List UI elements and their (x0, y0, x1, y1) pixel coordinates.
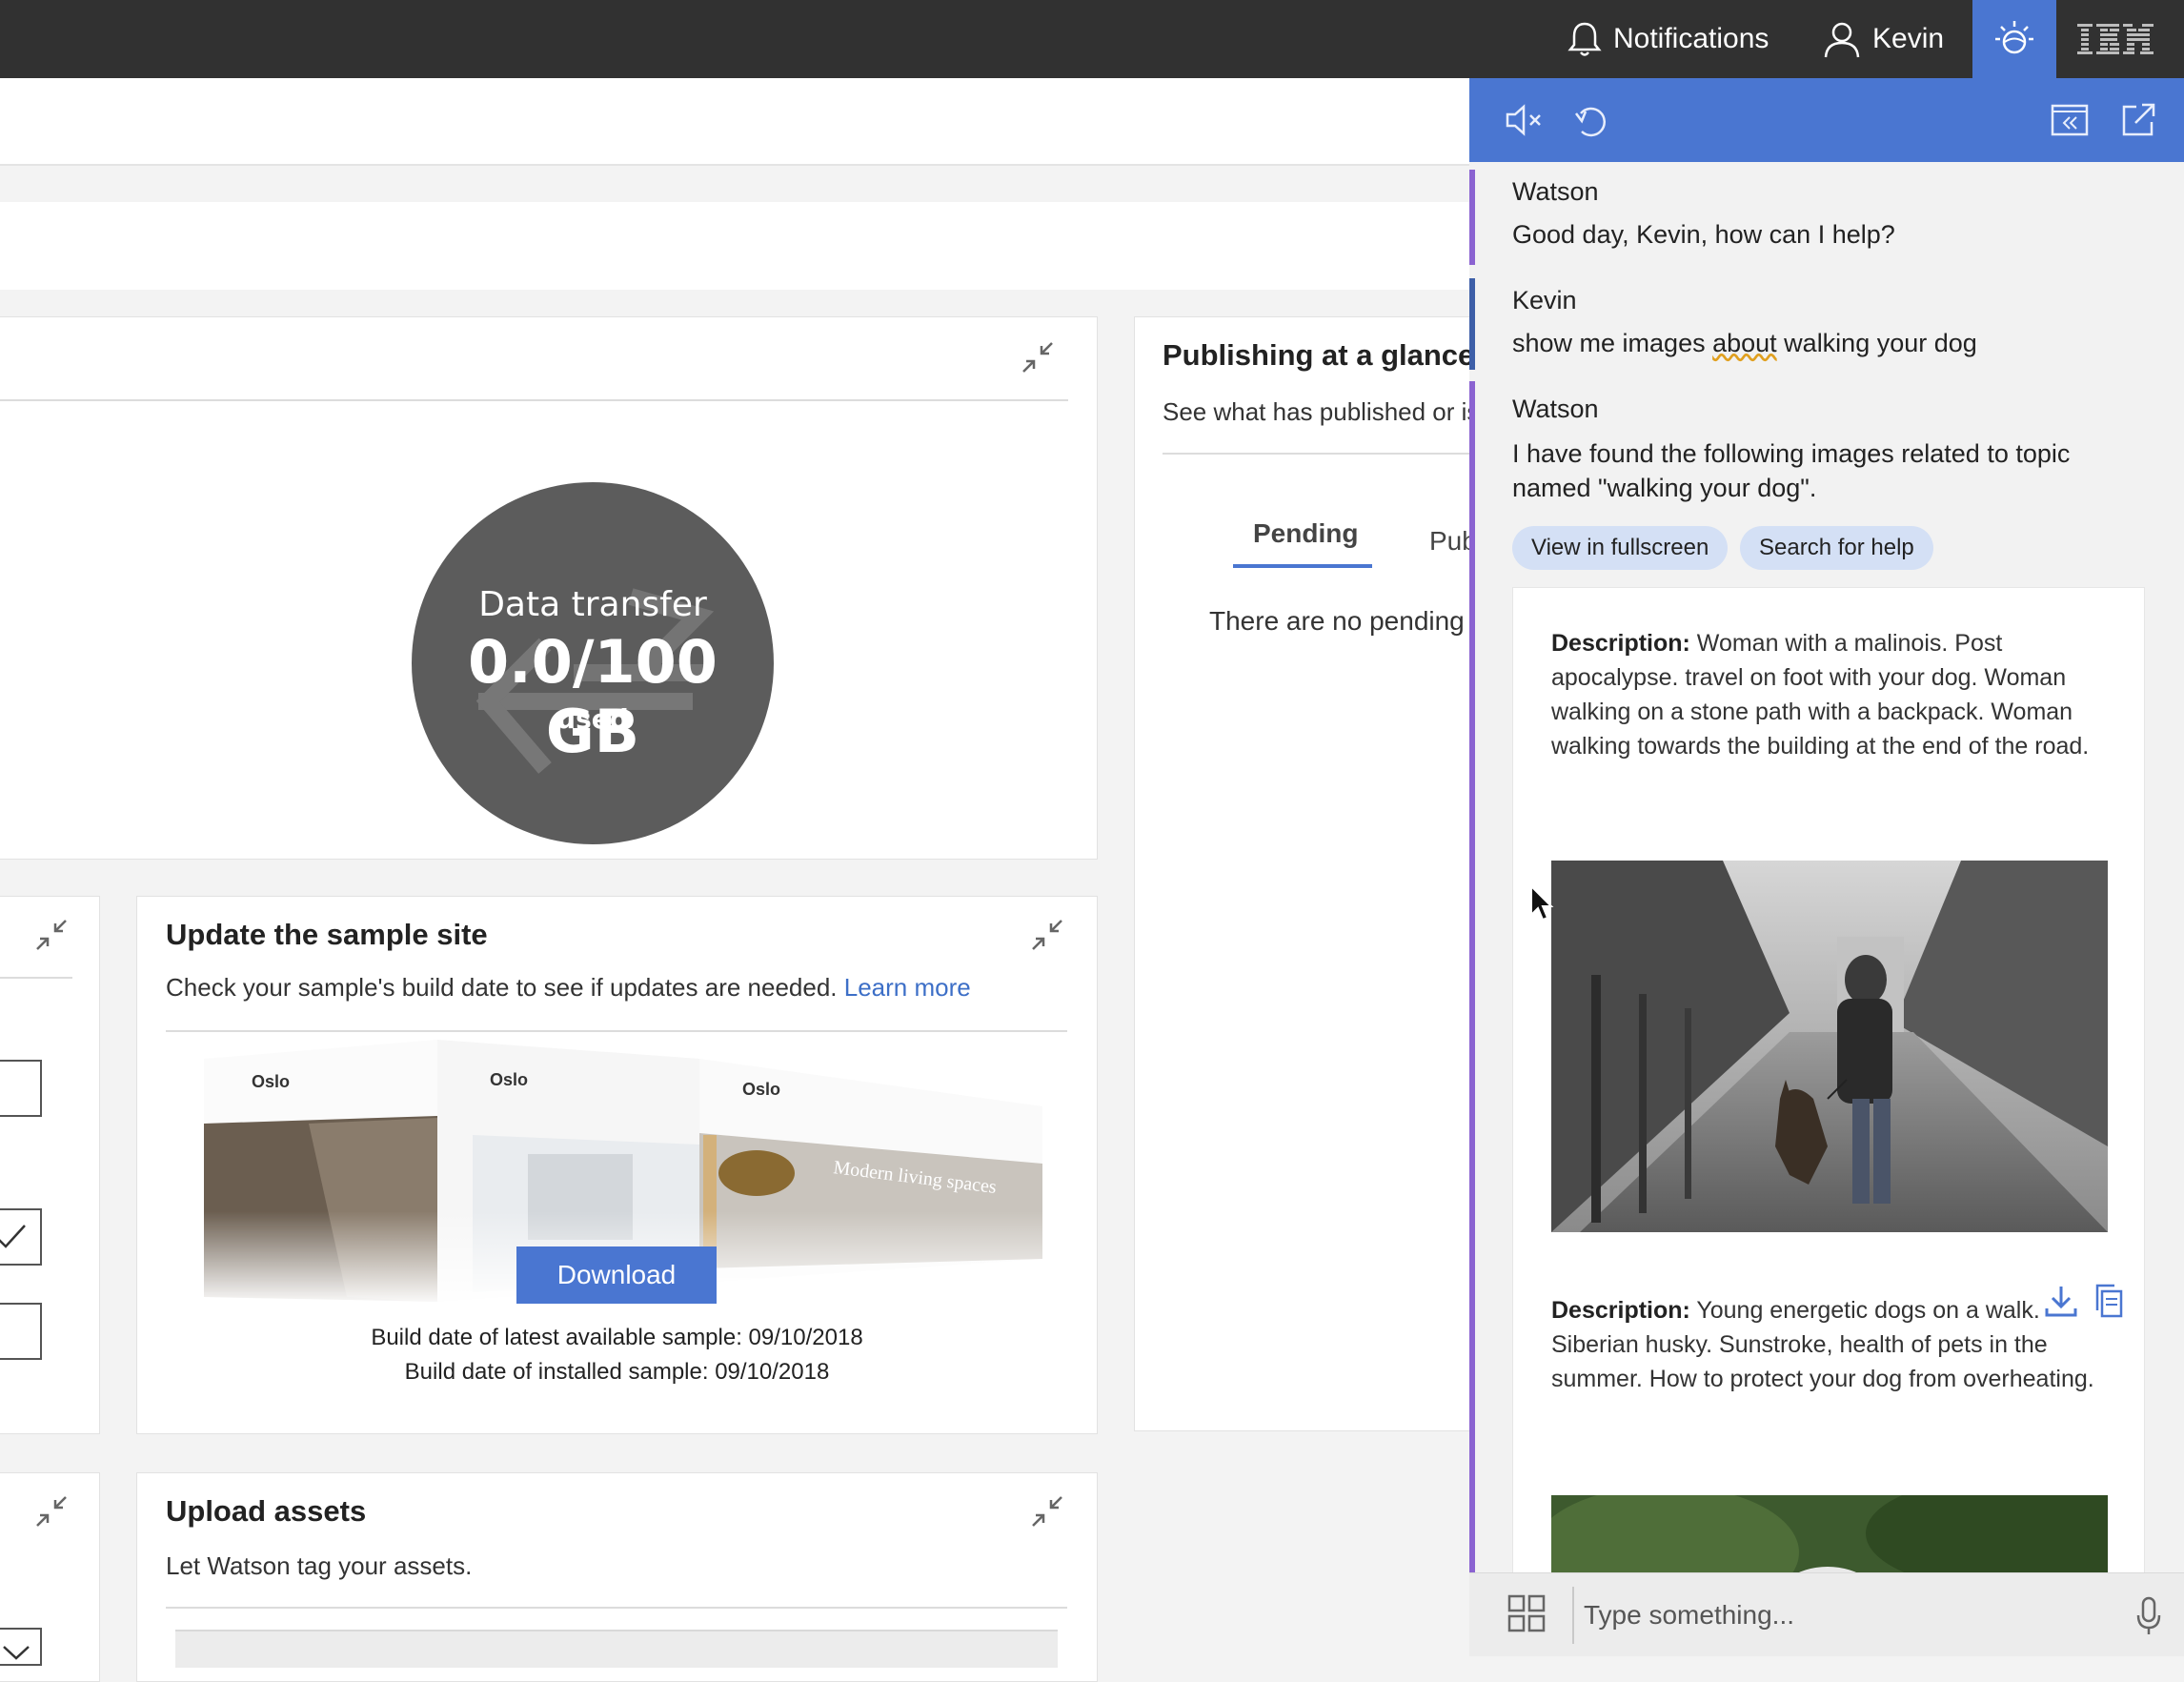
download-button[interactable]: Download (516, 1246, 717, 1304)
reset-conversation-button[interactable] (1570, 99, 1612, 141)
mute-button[interactable] (1504, 99, 1546, 141)
message-author: Watson (1512, 395, 1599, 423)
watson-icon (1995, 21, 2033, 54)
user-name: Kevin (1872, 23, 1945, 54)
refresh-icon (1575, 107, 1606, 137)
notifications-button[interactable]: Notifications (1567, 0, 1769, 78)
chat-input-bar (1469, 1572, 2184, 1656)
empty-state-text: There are no pending p (1209, 606, 1487, 636)
message-text: Good day, Kevin, how can I help? (1512, 220, 1895, 249)
image-description: Description: Young energetic dogs on a w… (1551, 1297, 2094, 1392)
watson-chat-panel: Watson Good day, Kevin, how can I help? … (1469, 78, 2184, 1656)
user-menu-button[interactable]: Kevin (1823, 0, 1944, 78)
watson-assistant-button[interactable] (1972, 0, 2056, 78)
message-indicator-user (1469, 278, 1475, 370)
image-results-card: Description: Woman with a malinois. Post… (1512, 587, 2145, 1656)
collapse-panel-button[interactable] (2049, 99, 2091, 141)
page-subheader-band (0, 202, 1472, 290)
view-fullscreen-chip[interactable]: View in fullscreen (1512, 526, 1729, 570)
search-for-help-chip[interactable]: Search for help (1740, 526, 1933, 570)
chat-toolbar (1469, 78, 2184, 162)
data-transfer-gauge: Data transfer 0.0/100 GB used (412, 482, 774, 844)
message-indicator-watson (1469, 381, 1475, 1639)
page-header-band (0, 78, 1472, 166)
update-sample-site-card: Update the sample site Check your sample… (136, 896, 1098, 1434)
upload-dropzone[interactable] (175, 1630, 1058, 1668)
microphone-icon[interactable] (2136, 1596, 2161, 1636)
user-icon (1824, 22, 1860, 58)
gauge-value: 0.0/100 GB (468, 627, 718, 766)
update-site-description: Check your sample's build date to see if… (166, 973, 971, 1002)
upload-assets-description: Let Watson tag your assets. (166, 1551, 473, 1580)
chevron-down-icon (3, 1646, 30, 1660)
learn-more-link[interactable]: Learn more (844, 973, 971, 1002)
message-text: I have found the following images relate… (1512, 439, 2071, 502)
message-indicator-watson (1469, 170, 1475, 265)
collapse-icon[interactable] (1030, 1494, 1064, 1529)
message-author: Watson (1512, 177, 1599, 206)
ibm-logo (2077, 0, 2154, 78)
top-navigation-bar: Notifications Kevin (0, 0, 2184, 78)
gauge-label: Data transfer (478, 585, 707, 624)
text-input-partial[interactable] (0, 1060, 42, 1117)
collapse-icon[interactable] (34, 918, 69, 952)
publishing-card: Publishing at a glance See what has publ… (1134, 316, 1525, 1431)
preview-brand-1: Oslo (252, 1072, 290, 1091)
text-input-partial[interactable] (0, 1303, 42, 1360)
image-description: Description: Woman with a malinois. Post… (1551, 630, 2090, 760)
dropdown-partial[interactable] (0, 1628, 42, 1666)
preview-brand-2: Oslo (490, 1070, 528, 1089)
speaker-mute-icon (1506, 104, 1541, 136)
gauge-suffix: used (556, 703, 629, 735)
tab-pending[interactable]: Pending (1253, 518, 1358, 549)
collapse-icon[interactable] (1030, 918, 1064, 952)
bell-icon (1567, 22, 1602, 56)
collapse-icon[interactable] (1021, 340, 1055, 375)
collapse-panel-icon (2051, 104, 2089, 136)
chat-message-input[interactable] (1572, 1587, 2049, 1644)
message-text: show me images about walking your dog (1512, 329, 1977, 357)
message-author: Kevin (1512, 286, 1577, 314)
grid-menu-icon[interactable] (1507, 1594, 1546, 1632)
mouse-cursor-icon (1530, 884, 1554, 922)
spellcheck-word: about (1712, 329, 1777, 357)
checkmark-icon (0, 1225, 26, 1248)
publishing-title: Publishing at a glance (1163, 338, 1475, 372)
notifications-label: Notifications (1613, 23, 1769, 54)
collapse-icon[interactable] (34, 1494, 69, 1529)
preview-brand-3: Oslo (742, 1080, 780, 1099)
result-image[interactable] (1551, 861, 2108, 1232)
checkbox[interactable] (0, 1208, 42, 1266)
upload-assets-title: Upload assets (166, 1494, 367, 1528)
build-date-latest: Build date of latest available sample: 0… (371, 1325, 863, 1350)
popout-button[interactable] (2117, 99, 2159, 141)
update-site-title: Update the sample site (166, 918, 488, 951)
external-link-icon (2122, 103, 2155, 136)
active-tab-indicator (1233, 564, 1372, 568)
publishing-description: See what has published or is (1163, 397, 1480, 426)
build-date-installed: Build date of installed sample: 09/10/20… (404, 1359, 830, 1385)
